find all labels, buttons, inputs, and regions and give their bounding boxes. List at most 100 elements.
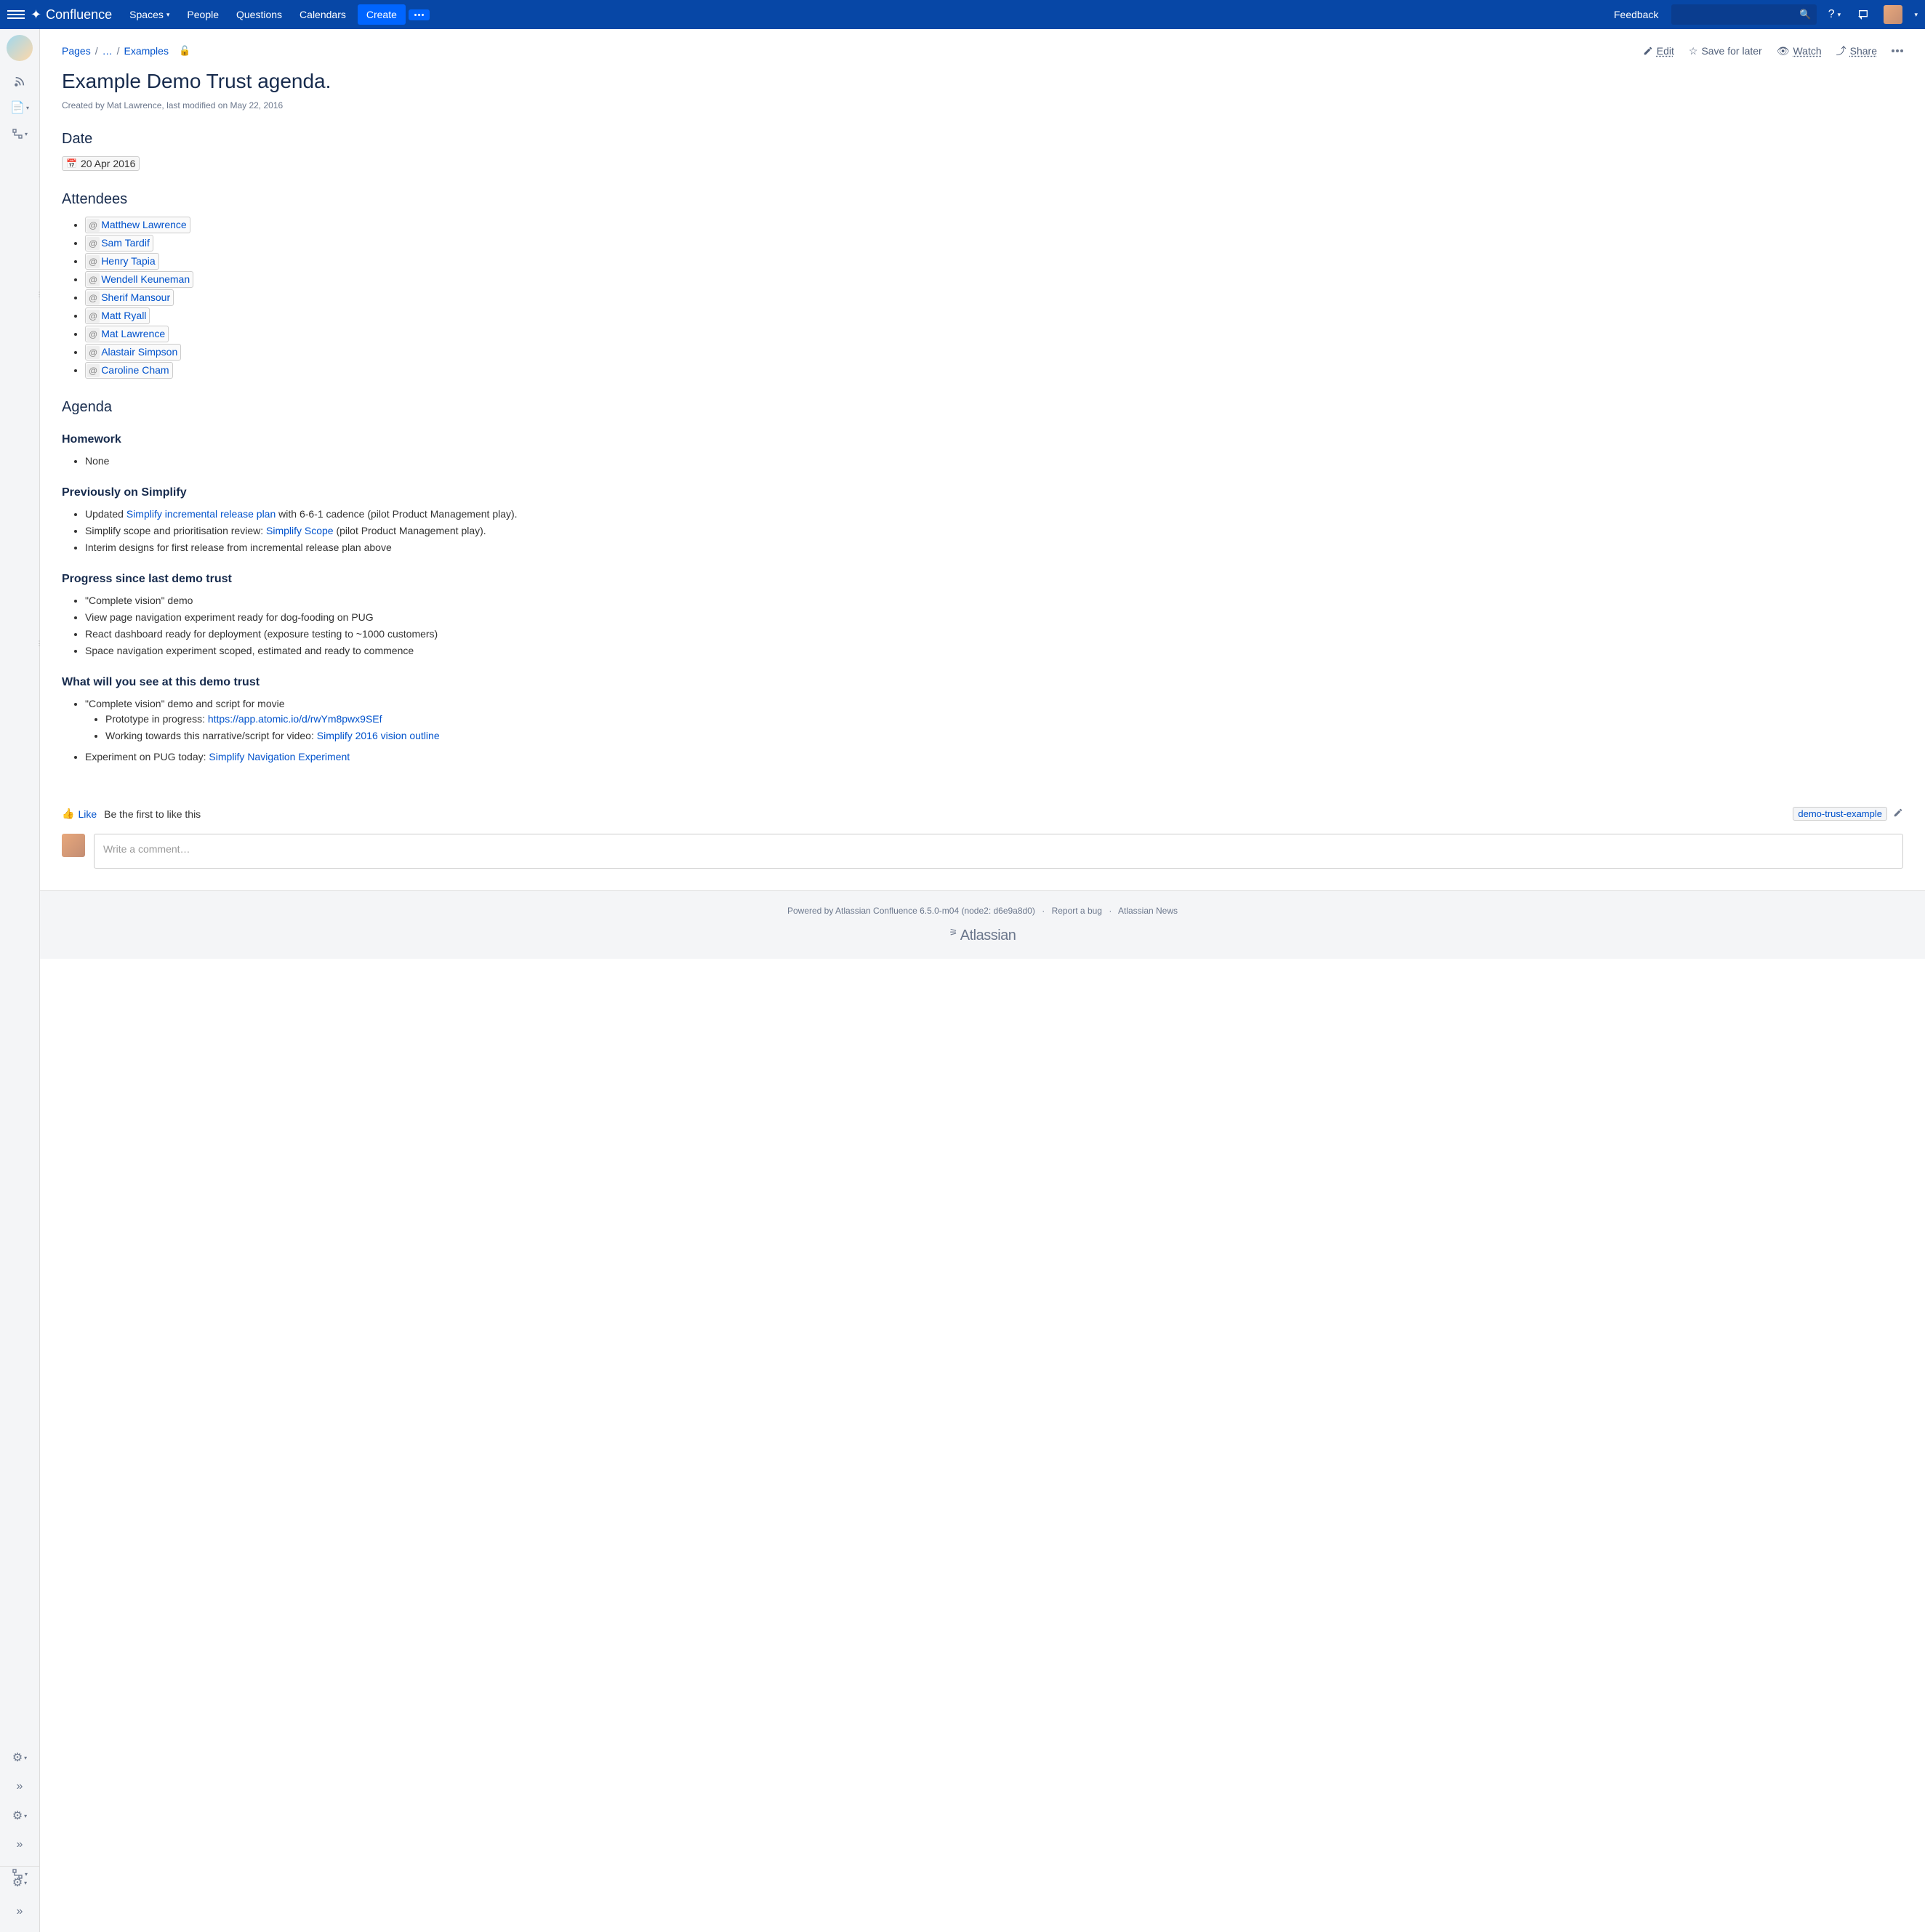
layout: 📄▾ ▾ ⋮ ⋮ ⚙▾ » ⚙▾ » ▾ ⚙▾ » Pages / … / (0, 29, 1925, 1932)
feed-icon[interactable] (8, 70, 31, 93)
space-settings-icon[interactable]: ⚙▾ (8, 1746, 31, 1769)
link[interactable]: https://app.atomic.io/d/rwYm8pwx9SEf (208, 713, 382, 725)
list-item: @Henry Tapia (85, 253, 1903, 270)
caret-down-icon: ▾ (166, 11, 170, 19)
atlassian-logo[interactable]: Atlassian (55, 927, 1910, 944)
footer: Powered by Atlassian Confluence 6.5.0-m0… (40, 890, 1925, 959)
main-content: Pages / … / Examples 🔓 Edit ☆ Save for l… (40, 29, 1925, 1932)
space-logo[interactable] (7, 35, 33, 61)
user-mention[interactable]: @Henry Tapia (85, 253, 159, 270)
header-left: ✦ Confluence Spaces▾ People Questions Ca… (7, 0, 430, 29)
user-mention[interactable]: @Caroline Cham (85, 362, 173, 379)
notifications-icon[interactable] (1852, 0, 1875, 29)
footer-powered: Powered by Atlassian Confluence 6.5.0-m0… (787, 906, 1035, 916)
share-button[interactable]: ⤴ Share (1836, 44, 1877, 58)
user-mention[interactable]: @Matt Ryall (85, 307, 150, 324)
list-item: Interim designs for first release from i… (85, 540, 1903, 555)
comment-avatar[interactable] (62, 834, 85, 857)
breadcrumb-pages[interactable]: Pages (62, 45, 91, 57)
labels-row: demo-trust-example (1793, 807, 1903, 821)
save-for-later-button[interactable]: ☆ Save for later (1689, 45, 1762, 57)
tools-icon[interactable]: ⚙▾ (8, 1804, 31, 1827)
collapse-icon-2[interactable]: » (8, 1833, 31, 1856)
nav-spaces[interactable]: Spaces▾ (121, 0, 178, 29)
list-item: React dashboard ready for deployment (ex… (85, 627, 1903, 642)
link[interactable]: Simplify Navigation Experiment (209, 751, 350, 762)
date-heading: Date (62, 131, 1903, 148)
list-item: Simplify scope and prioritisation review… (85, 523, 1903, 539)
attendees-heading: Attendees (62, 191, 1903, 208)
confluence-logo-mark: ✦ (31, 7, 41, 23)
nav-calendars[interactable]: Calendars (291, 0, 355, 29)
user-mention[interactable]: @Sherif Mansour (85, 289, 174, 306)
global-header: ✦ Confluence Spaces▾ People Questions Ca… (0, 0, 1925, 29)
feedback-link[interactable]: Feedback (1607, 9, 1665, 20)
star-icon: ☆ (1689, 45, 1698, 57)
confluence-logo[interactable]: ✦ Confluence (31, 7, 112, 23)
user-mention[interactable]: @Alastair Simpson (85, 344, 181, 361)
previously-heading: Previously on Simplify (62, 486, 1903, 499)
sidebar-expand-handle-2[interactable]: ⋮ (36, 632, 42, 654)
like-row: 👍 Like Be the first to like this demo-tr… (62, 807, 1903, 821)
agenda-heading: Agenda (62, 399, 1903, 416)
breadcrumb: Pages / … / Examples 🔓 (62, 45, 190, 57)
label-tag[interactable]: demo-trust-example (1793, 807, 1887, 821)
list-item: Experiment on PUG today: Simplify Naviga… (85, 749, 1903, 765)
user-mention[interactable]: @Wendell Keuneman (85, 271, 193, 288)
collapse-icon[interactable]: » (8, 1775, 31, 1798)
see-heading: What will you see at this demo trust (62, 676, 1903, 689)
date-lozenge[interactable]: 📅 20 Apr 2016 (62, 156, 140, 171)
help-icon[interactable]: ?▾ (1822, 0, 1846, 29)
list-item: @Mat Lawrence (85, 326, 1903, 342)
breadcrumb-ellipsis[interactable]: … (103, 45, 113, 57)
unlocked-icon[interactable]: 🔓 (179, 45, 190, 57)
nav-people[interactable]: People (178, 0, 228, 29)
page-body: Date 📅 20 Apr 2016 Attendees @Matthew La… (62, 110, 1903, 770)
header-right: Feedback 🔍 ?▾ ▾ (1607, 0, 1918, 29)
homework-heading: Homework (62, 433, 1903, 446)
create-button[interactable]: Create (358, 4, 406, 25)
list-item: @Matthew Lawrence (85, 217, 1903, 233)
like-button[interactable]: 👍 Like (62, 808, 97, 820)
link[interactable]: Simplify Scope (266, 525, 334, 536)
user-mention[interactable]: @Sam Tardif (85, 235, 153, 251)
list-item: @Sherif Mansour (85, 289, 1903, 306)
pages-icon[interactable]: 📄▾ (8, 96, 31, 119)
comment-input[interactable]: Write a comment… (94, 834, 1903, 869)
edit-button[interactable]: Edit (1643, 45, 1674, 57)
report-bug-link[interactable]: Report a bug (1052, 906, 1102, 916)
list-item: None (85, 454, 1903, 469)
atlassian-news-link[interactable]: Atlassian News (1118, 906, 1178, 916)
comment-row: Write a comment… (62, 834, 1903, 869)
watch-button[interactable]: 👁 Watch (1777, 45, 1822, 57)
list-item: Space navigation experiment scoped, esti… (85, 643, 1903, 659)
configure-icon[interactable]: ⚙▾ (8, 1871, 31, 1894)
page-top-row: Pages / … / Examples 🔓 Edit ☆ Save for l… (62, 44, 1903, 58)
user-menu-caret-icon[interactable]: ▾ (1914, 11, 1918, 19)
expand-icon[interactable]: » (8, 1900, 31, 1923)
calendar-icon: 📅 (66, 158, 77, 169)
user-mention[interactable]: @Mat Lawrence (85, 326, 169, 342)
user-mention[interactable]: @Matthew Lawrence (85, 217, 190, 233)
nav-questions[interactable]: Questions (228, 0, 291, 29)
breadcrumb-separator: / (117, 45, 120, 57)
eye-icon: 👁 (1777, 45, 1790, 57)
user-avatar[interactable] (1884, 5, 1902, 24)
list-item: @Caroline Cham (85, 362, 1903, 379)
more-actions-button[interactable] (1892, 49, 1903, 52)
list-item: @Sam Tardif (85, 235, 1903, 251)
page-tree-icon[interactable]: ▾ (8, 122, 31, 145)
create-more-button[interactable] (409, 9, 430, 20)
search-input[interactable] (1671, 4, 1817, 25)
list-item: @Matt Ryall (85, 307, 1903, 324)
link[interactable]: Simplify incremental release plan (126, 508, 276, 520)
product-name: Confluence (46, 7, 112, 23)
sidebar-expand-handle[interactable]: ⋮ (36, 283, 42, 305)
progress-heading: Progress since last demo trust (62, 573, 1903, 586)
app-switcher-icon[interactable] (7, 6, 25, 23)
link[interactable]: Simplify 2016 vision outline (317, 730, 440, 741)
breadcrumb-examples[interactable]: Examples (124, 45, 168, 57)
page-title: Example Demo Trust agenda. (62, 70, 1903, 93)
like-status: Be the first to like this (104, 808, 201, 820)
edit-labels-icon[interactable] (1893, 808, 1903, 820)
